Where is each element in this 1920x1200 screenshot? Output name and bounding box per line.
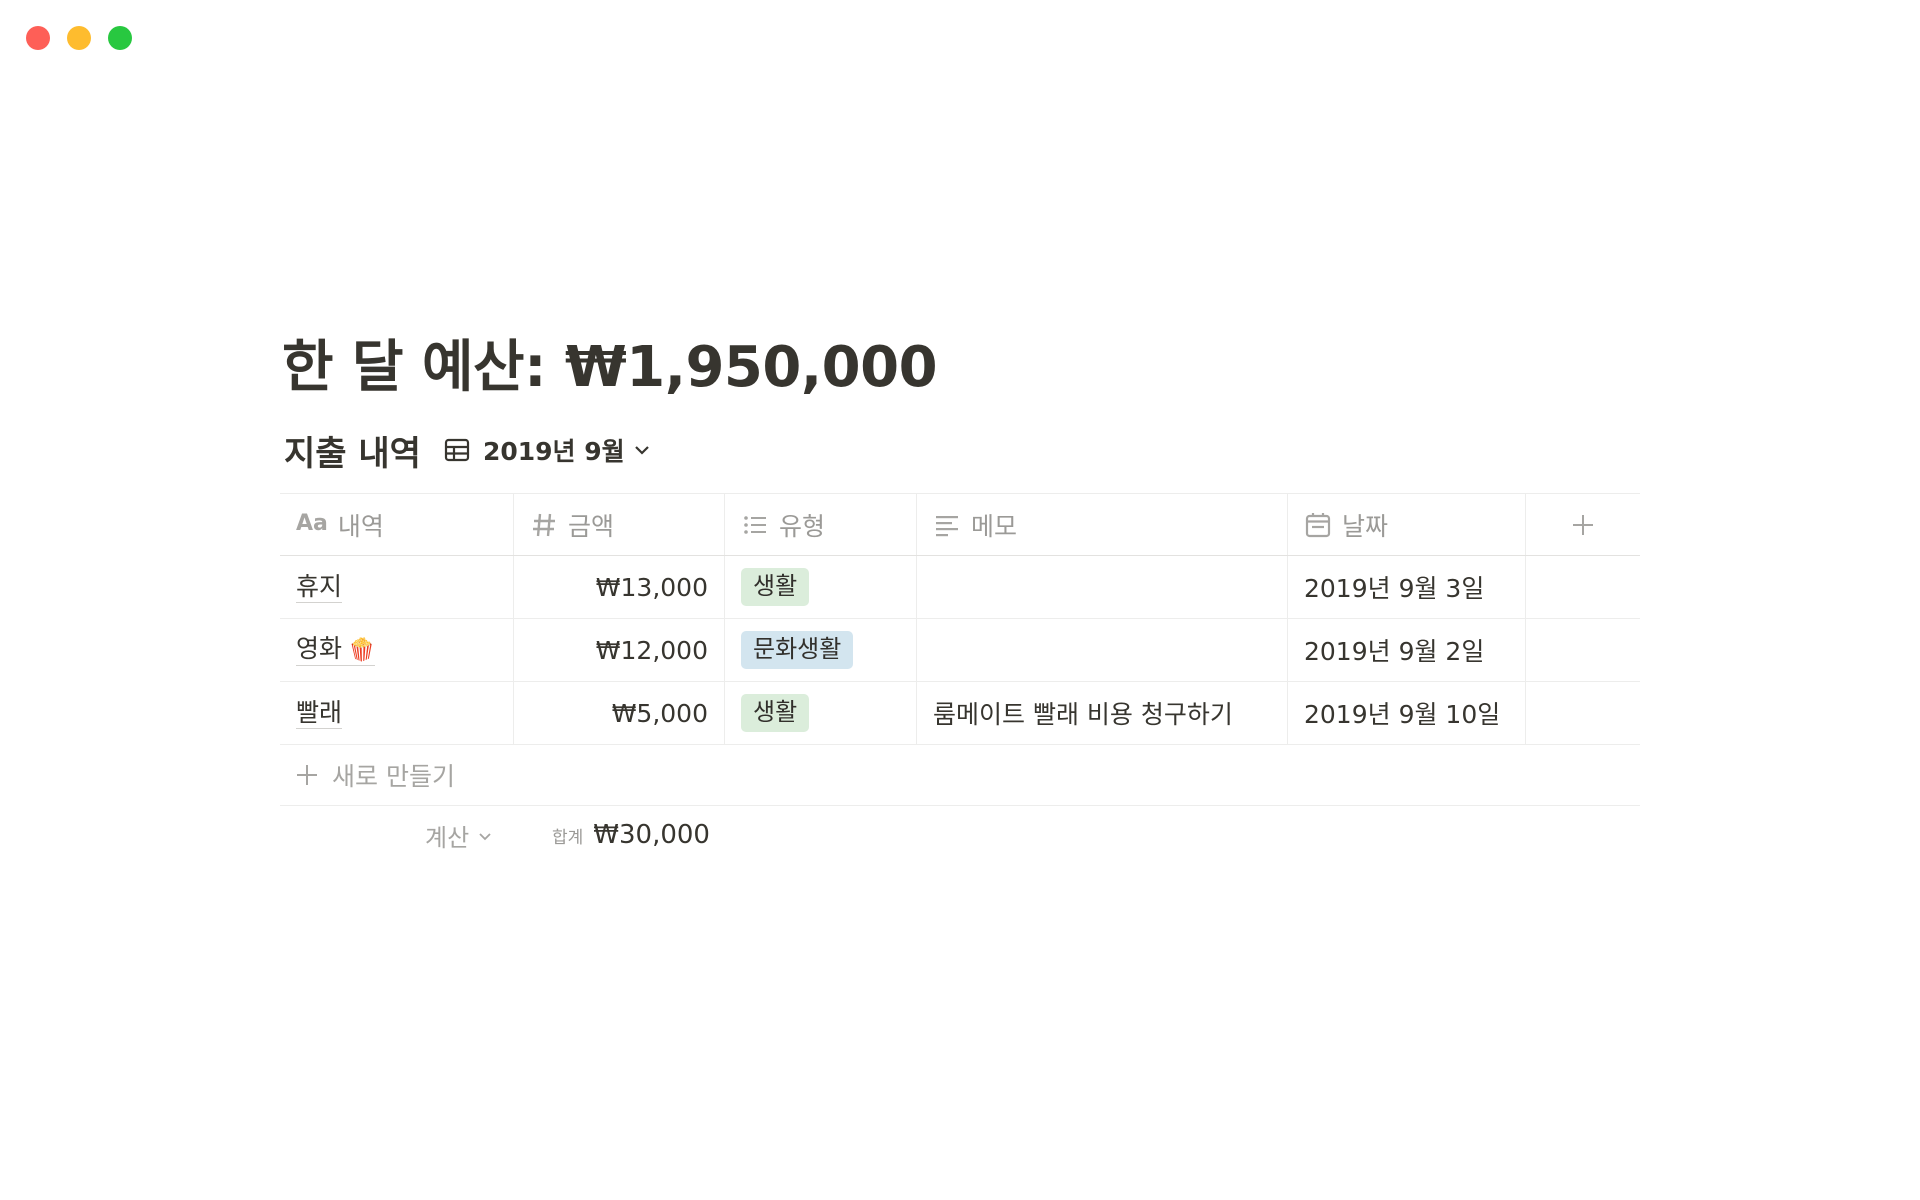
chevron-down-icon: [479, 832, 491, 840]
column-header-date[interactable]: 날짜: [1288, 494, 1526, 555]
column-header-memo[interactable]: 메모: [917, 494, 1288, 555]
date-value: 2019년 9월 3일: [1304, 574, 1485, 603]
sum-value: ₩30,000: [593, 820, 710, 850]
number-icon: [533, 513, 555, 536]
date-value: 2019년 9월 2일: [1304, 637, 1485, 666]
cell-memo[interactable]: [917, 619, 1288, 681]
add-property-button[interactable]: [1526, 494, 1640, 555]
cell-type[interactable]: 생활: [725, 682, 917, 744]
column-label: 내역: [337, 511, 384, 541]
calculate-dropdown[interactable]: 계산: [425, 818, 493, 853]
row-title[interactable]: 빨래: [296, 698, 343, 729]
database-header: 지출 내역 2019년 9월: [284, 426, 651, 475]
table-row[interactable]: 휴지 ₩13,000 생활 2019년 9월 3일: [280, 556, 1640, 619]
column-header-title[interactable]: Aa 내역: [280, 494, 514, 555]
cell-title[interactable]: 빨래: [280, 682, 514, 744]
text-icon: [936, 515, 958, 536]
cell-type[interactable]: 문화생활: [725, 619, 917, 681]
amount-value: ₩5,000: [611, 698, 708, 728]
close-window-button[interactable]: [26, 26, 50, 50]
minimize-window-button[interactable]: [67, 26, 91, 50]
new-row-label: 새로 만들기: [332, 762, 455, 791]
cell-title[interactable]: 휴지: [280, 556, 514, 618]
view-selector[interactable]: 2019년 9월: [443, 432, 651, 468]
type-tag: 생활: [741, 568, 810, 606]
type-tag: 생활: [741, 694, 810, 732]
amount-value: ₩13,000: [595, 572, 708, 602]
cell-amount[interactable]: ₩12,000: [514, 619, 725, 681]
popcorn-icon: 🍿: [348, 638, 376, 664]
cell-type[interactable]: 생활: [725, 556, 917, 618]
table-header-row: Aa 내역 금액 유형 메모 날짜: [280, 493, 1640, 556]
column-label: 날짜: [1342, 511, 1389, 541]
type-tag: 문화생활: [741, 631, 854, 669]
column-header-amount[interactable]: 금액: [514, 494, 725, 555]
row-title[interactable]: 휴지: [296, 572, 343, 603]
column-label: 메모: [971, 511, 1018, 541]
page-title[interactable]: 한 달 예산: ₩1,950,000: [282, 322, 938, 403]
column-label: 유형: [779, 511, 826, 541]
table-row[interactable]: 영화 🍿 ₩12,000 문화생활 2019년 9월 2일: [280, 619, 1640, 682]
cell-amount[interactable]: ₩13,000: [514, 556, 725, 618]
plus-icon: [297, 765, 317, 785]
window-controls: [26, 26, 132, 50]
table-icon: [444, 438, 470, 462]
cell-empty: [1526, 556, 1640, 618]
date-value: 2019년 9월 10일: [1304, 700, 1501, 729]
column-label: 금액: [568, 511, 615, 541]
expense-table: Aa 내역 금액 유형 메모 날짜 휴지 ₩13,000 생활 2019년 9월…: [280, 493, 1640, 868]
cell-date[interactable]: 2019년 9월 3일: [1288, 556, 1526, 618]
table-row[interactable]: 빨래 ₩5,000 생활 룸메이트 빨래 비용 청구하기 2019년 9월 10…: [280, 682, 1640, 745]
cell-amount[interactable]: ₩5,000: [514, 682, 725, 744]
new-row-button[interactable]: 새로 만들기: [280, 745, 1640, 806]
calendar-icon: [1305, 512, 1331, 537]
cell-date[interactable]: 2019년 9월 2일: [1288, 619, 1526, 681]
plus-icon: [1573, 514, 1593, 535]
list-icon: [744, 515, 766, 534]
chevron-down-icon: [634, 446, 649, 455]
maximize-window-button[interactable]: [108, 26, 132, 50]
title-icon: Aa: [296, 510, 328, 536]
amount-value: ₩12,000: [595, 635, 708, 665]
view-name: 2019년 9월: [482, 437, 625, 466]
cell-memo[interactable]: [917, 556, 1288, 618]
calculation-row: 계산 합계 ₩30,000: [280, 806, 1640, 868]
sum-calculation[interactable]: 합계 ₩30,000: [552, 820, 992, 850]
memo-value: 룸메이트 빨래 비용 청구하기: [933, 700, 1233, 729]
calculate-label: 계산: [425, 824, 470, 852]
database-title[interactable]: 지출 내역: [284, 426, 421, 475]
cell-date[interactable]: 2019년 9월 10일: [1288, 682, 1526, 744]
row-title[interactable]: 영화 🍿: [296, 634, 376, 666]
row-title-text: 영화: [296, 634, 343, 664]
column-header-type[interactable]: 유형: [725, 494, 917, 555]
cell-title[interactable]: 영화 🍿: [280, 619, 514, 681]
cell-empty: [1526, 682, 1640, 744]
cell-memo[interactable]: 룸메이트 빨래 비용 청구하기: [917, 682, 1288, 744]
cell-empty: [1526, 619, 1640, 681]
sum-label: 합계: [552, 828, 584, 848]
